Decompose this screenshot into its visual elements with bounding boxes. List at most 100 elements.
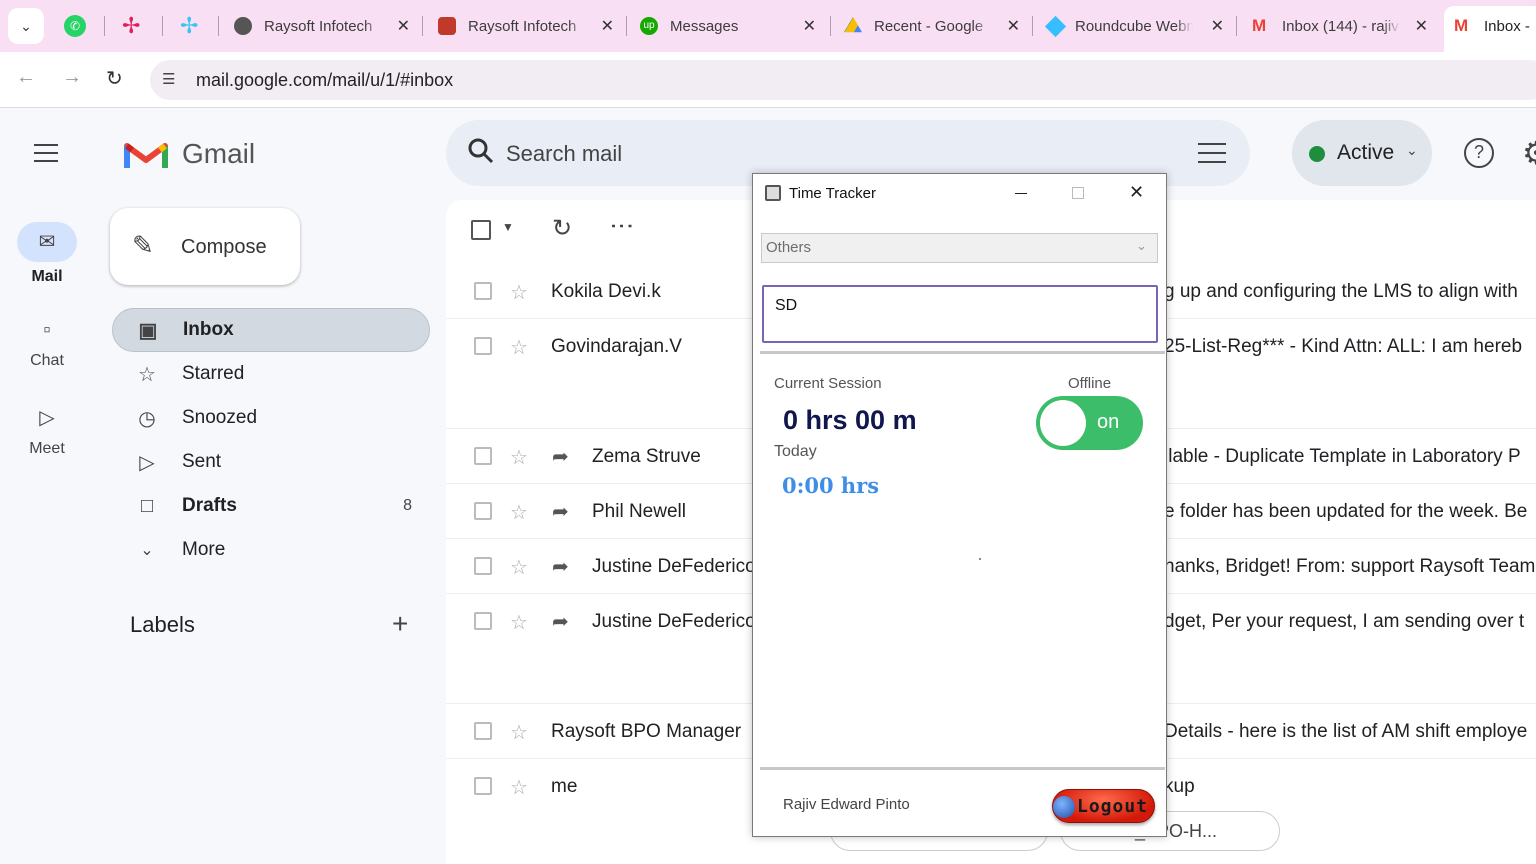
forward-icon: ➦ [552,501,569,523]
slack-pinned-tab[interactable]: ✢ [180,15,202,37]
star-icon[interactable]: ☆ [510,500,528,525]
clock-icon: ◷ [138,407,156,430]
nav-starred[interactable]: ☆ Starred [112,352,430,396]
close-tab-icon[interactable]: ✕ [1211,16,1224,36]
refresh-icon[interactable]: ↻ [552,214,572,243]
gmail-icon: M [1252,16,1267,35]
row-checkbox[interactable] [474,282,492,300]
whatsapp-pinned-tab[interactable]: ✆ [64,15,86,37]
row-checkbox[interactable] [474,777,492,795]
select-dropdown-icon[interactable]: ▼ [502,220,514,234]
category-select[interactable]: Others ⌄ [761,233,1158,263]
url-text[interactable]: mail.google.com/mail/u/1/#inbox [196,70,453,91]
browser-tab[interactable]: Recent - Google ✕ [844,6,1020,46]
add-label-icon[interactable]: + [392,608,408,640]
row-checkbox[interactable] [474,612,492,630]
logout-button[interactable]: Logout [1052,789,1155,823]
email-sender: Kokila Devi.k [551,281,661,302]
search-options-icon[interactable] [1198,140,1226,163]
close-tab-icon[interactable]: ✕ [1415,16,1428,36]
row-checkbox[interactable] [474,557,492,575]
close-tab-icon[interactable]: ✕ [803,16,816,36]
close-tab-icon[interactable]: ✕ [397,16,410,36]
star-icon[interactable]: ☆ [510,555,528,580]
search-icon[interactable] [466,136,496,166]
back-arrow-icon[interactable]: ← [16,66,36,89]
close-icon[interactable]: ✕ [1129,182,1144,203]
forward-icon: ➦ [552,611,569,633]
star-icon[interactable]: ☆ [510,720,528,745]
browser-tab-active[interactable]: M Inbox - [1444,6,1536,52]
slack-pinned-tab[interactable]: ✢ [122,15,144,37]
session-time: 0 hrs 00 m [783,405,917,435]
search-input[interactable]: Search mail [506,141,622,167]
reload-icon[interactable]: ↻ [106,66,123,91]
compose-button[interactable]: ✎ Compose [110,208,300,285]
chevron-down-icon: ⌄ [140,542,154,559]
star-icon[interactable]: ☆ [510,335,528,360]
close-tab-icon[interactable]: ✕ [1007,16,1020,36]
rail-chat[interactable]: ▫ Chat [0,314,94,370]
help-icon[interactable]: ? [1464,138,1494,168]
row-checkbox[interactable] [474,337,492,355]
browser-tab[interactable]: up Messages ✕ [640,6,816,46]
email-sender: Justine DeFederico [592,556,756,577]
globe-icon [1053,796,1075,818]
address-bar[interactable]: ☰ mail.google.com/mail/u/1/#inbox [150,60,1536,100]
forward-arrow-icon[interactable]: → [62,66,82,89]
today-label: Today [774,443,817,460]
online-toggle[interactable]: on [1036,396,1143,450]
email-snippet: 25-List-Reg*** - Kind Attn: ALL: I am he… [1164,336,1523,357]
tab-search-button[interactable]: ⌄ [8,8,44,44]
settings-gear-icon[interactable]: ⚙ [1522,136,1536,170]
star-icon[interactable]: ☆ [510,610,528,635]
globe-icon [234,17,252,35]
row-checkbox[interactable] [474,447,492,465]
close-tab-icon[interactable]: ✕ [601,16,614,36]
send-icon: ▷ [139,451,155,474]
select-all-checkbox[interactable] [471,220,491,240]
tracker-titlebar[interactable]: Time Tracker ✕ [753,174,1166,212]
maximize-icon [1072,187,1084,199]
toggle-knob [1040,400,1086,446]
star-icon[interactable]: ☆ [510,445,528,470]
video-icon: ▷ [39,407,55,429]
task-input[interactable]: SD [762,285,1158,343]
email-snippet: hanks, Bridget! From: support Raysoft Te… [1164,556,1536,577]
more-options-icon[interactable]: ⋮ [608,214,635,238]
site-settings-icon[interactable]: ☰ [162,70,175,88]
nav-inbox[interactable]: ▣ Inbox [112,308,430,352]
browser-tab[interactable]: Roundcube Webmail ✕ [1044,6,1224,46]
email-snippet: ilable - Duplicate Template in Laborator… [1164,446,1521,467]
star-icon[interactable]: ☆ [510,280,528,305]
gmail-app-rail: ✉ Mail ▫ Chat ▷ Meet [0,108,94,864]
drafts-count: 8 [403,497,412,514]
raysoft-icon [438,17,456,35]
browser-tab[interactable]: Raysoft Infotech ✕ [234,6,410,46]
minimize-icon[interactable] [1015,193,1027,194]
nav-sent[interactable]: ▷ Sent [112,440,430,484]
nav-snoozed[interactable]: ◷ Snoozed [112,396,430,440]
row-checkbox[interactable] [474,502,492,520]
browser-tab[interactable]: M Inbox (144) - rajiv ✕ [1252,6,1428,46]
chevron-down-icon: ⌄ [1136,238,1147,253]
rail-meet[interactable]: ▷ Meet [0,402,94,458]
forward-icon: ➦ [552,556,569,578]
gmail-icon: M [1454,16,1469,35]
browser-tab[interactable]: Raysoft Infotech ✕ [438,6,614,46]
star-icon: ☆ [138,363,156,386]
star-icon[interactable]: ☆ [510,775,528,800]
main-menu-icon[interactable] [34,144,58,162]
nav-more[interactable]: ⌄ More [112,528,430,572]
draft-icon: □ [140,494,154,517]
row-checkbox[interactable] [474,722,492,740]
status-button[interactable]: Active ⌄ [1292,120,1432,186]
email-snippet: g up and configuring the LMS to align wi… [1164,281,1518,302]
email-snippet: e folder has been updated for the week. … [1164,501,1528,522]
user-name: Rajiv Edward Pinto [783,796,910,813]
gmail-logo[interactable]: Gmail [124,134,255,174]
inbox-icon: ▣ [138,319,158,342]
forward-icon: ➦ [552,446,569,468]
rail-mail[interactable]: ✉ Mail [0,222,94,286]
nav-drafts[interactable]: □ Drafts 8 [112,484,430,528]
